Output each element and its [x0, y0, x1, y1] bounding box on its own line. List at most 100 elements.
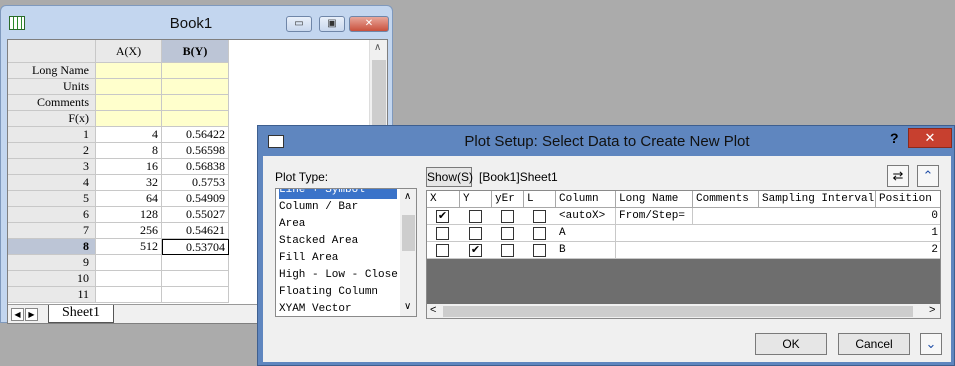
- cell-b[interactable]: [162, 255, 229, 271]
- scroll-right-arrow-icon[interactable]: >: [929, 304, 935, 316]
- cell[interactable]: [96, 95, 162, 111]
- cancel-button[interactable]: Cancel: [838, 333, 910, 355]
- cell[interactable]: [96, 111, 162, 127]
- plot-type-item[interactable]: XYAM Vector: [279, 301, 352, 316]
- plot-type-list[interactable]: Line + Symbol Column / Bar Area Stacked …: [275, 188, 417, 317]
- cell[interactable]: [96, 79, 162, 95]
- yer-checkbox[interactable]: [501, 227, 514, 240]
- y-checkbox[interactable]: [469, 227, 482, 240]
- plot-type-item[interactable]: Column / Bar: [279, 199, 358, 216]
- cell-a[interactable]: 32: [96, 175, 162, 191]
- position-cell: 1: [876, 225, 940, 242]
- cell-a[interactable]: 512: [96, 239, 162, 255]
- corner-cell[interactable]: [8, 40, 96, 63]
- cell-a[interactable]: [96, 287, 162, 303]
- long-name-cell: From/Step=: [616, 208, 693, 225]
- cell-b[interactable]: [162, 271, 229, 287]
- row-number[interactable]: 7: [8, 223, 96, 239]
- cell-b[interactable]: 0.54909: [162, 191, 229, 207]
- sheet-next-arrow-icon[interactable]: ▶: [25, 308, 38, 321]
- active-cell[interactable]: 0.53704: [162, 239, 229, 255]
- minimize-button[interactable]: ▭: [286, 16, 312, 32]
- l-checkbox[interactable]: [533, 227, 546, 240]
- close-button[interactable]: ✕: [908, 128, 952, 148]
- close-button[interactable]: ✕: [349, 16, 389, 32]
- row-number[interactable]: 4: [8, 175, 96, 191]
- data-selection-table[interactable]: X Y yEr L Column Long Name Comments Samp…: [426, 190, 941, 319]
- cell-b[interactable]: 0.56598: [162, 143, 229, 159]
- scroll-thumb[interactable]: [443, 306, 913, 317]
- plot-type-scrollbar[interactable]: ∧ ∨: [400, 189, 416, 316]
- scroll-up-arrow-icon[interactable]: ∧: [404, 191, 411, 202]
- cell[interactable]: [162, 111, 229, 127]
- x-checkbox-checked[interactable]: ✔: [436, 210, 449, 223]
- dialog-title: Plot Setup: Select Data to Create New Pl…: [464, 133, 750, 150]
- horizontal-scrollbar[interactable]: < >: [427, 304, 940, 318]
- cell[interactable]: [162, 95, 229, 111]
- row-number[interactable]: 1: [8, 127, 96, 143]
- cell-a[interactable]: [96, 271, 162, 287]
- scroll-left-arrow-icon[interactable]: <: [430, 304, 436, 316]
- cell-a[interactable]: 64: [96, 191, 162, 207]
- header-column: Column: [556, 191, 616, 208]
- cell-a[interactable]: 4: [96, 127, 162, 143]
- plot-type-item[interactable]: Stacked Area: [279, 233, 358, 250]
- cell-a[interactable]: 256: [96, 223, 162, 239]
- expand-down-icon[interactable]: ⌄: [920, 333, 942, 355]
- sheet-prev-arrow-icon[interactable]: ◀: [11, 308, 24, 321]
- cell-b[interactable]: 0.56838: [162, 159, 229, 175]
- cell-b[interactable]: 0.54621: [162, 223, 229, 239]
- cell[interactable]: [162, 63, 229, 79]
- header-comments: Comments: [693, 191, 759, 208]
- row-number[interactable]: 10: [8, 271, 96, 287]
- cell-b[interactable]: 0.55027: [162, 207, 229, 223]
- plot-type-item[interactable]: Floating Column: [279, 284, 378, 301]
- plot-type-item[interactable]: Area: [279, 216, 305, 233]
- show-button[interactable]: Show(S): [426, 167, 473, 187]
- y-checkbox-checked[interactable]: ✔: [469, 244, 482, 257]
- plot-type-label: Plot Type:: [275, 170, 329, 184]
- swap-arrows-icon[interactable]: ⇄: [887, 165, 909, 187]
- cell-a[interactable]: 8: [96, 143, 162, 159]
- x-checkbox[interactable]: [436, 227, 449, 240]
- row-label-comments: Comments: [8, 95, 96, 111]
- row-number-selected[interactable]: 8: [8, 239, 96, 255]
- row-number[interactable]: 6: [8, 207, 96, 223]
- cell-a[interactable]: 128: [96, 207, 162, 223]
- ok-button[interactable]: OK: [755, 333, 827, 355]
- x-checkbox[interactable]: [436, 244, 449, 257]
- row-number[interactable]: 3: [8, 159, 96, 175]
- scroll-thumb[interactable]: [402, 215, 415, 251]
- row-number[interactable]: 2: [8, 143, 96, 159]
- scroll-down-arrow-icon[interactable]: ∨: [404, 301, 411, 312]
- cell-b[interactable]: [162, 287, 229, 303]
- row-number[interactable]: 5: [8, 191, 96, 207]
- header-yer: yEr: [492, 191, 524, 208]
- column-header-a[interactable]: A(X): [96, 40, 162, 63]
- l-checkbox[interactable]: [533, 244, 546, 257]
- cell-b[interactable]: 0.5753: [162, 175, 229, 191]
- plot-type-item[interactable]: Fill Area: [279, 250, 338, 267]
- yer-checkbox[interactable]: [501, 210, 514, 223]
- header-long-name: Long Name: [616, 191, 693, 208]
- cell-a[interactable]: 16: [96, 159, 162, 175]
- scroll-thumb[interactable]: [372, 60, 386, 130]
- cell-b[interactable]: 0.56422: [162, 127, 229, 143]
- restore-button[interactable]: ▣: [319, 16, 345, 32]
- cell[interactable]: [96, 63, 162, 79]
- yer-checkbox[interactable]: [501, 244, 514, 257]
- row-number[interactable]: 11: [8, 287, 96, 303]
- help-button[interactable]: ?: [890, 130, 899, 146]
- scroll-up-arrow-icon[interactable]: ∧: [374, 42, 381, 53]
- dialog-body: Plot Type: Line + Symbol Column / Bar Ar…: [263, 156, 951, 362]
- collapse-up-icon[interactable]: ⌃: [917, 165, 939, 187]
- plot-type-item-selected[interactable]: Line + Symbol: [279, 189, 397, 199]
- cell-a[interactable]: [96, 255, 162, 271]
- sheet-tab[interactable]: Sheet1: [48, 305, 114, 323]
- column-header-b[interactable]: B(Y): [162, 40, 229, 63]
- row-number[interactable]: 9: [8, 255, 96, 271]
- l-checkbox[interactable]: [533, 210, 546, 223]
- plot-type-item[interactable]: High - Low - Close: [279, 267, 398, 284]
- y-checkbox[interactable]: [469, 210, 482, 223]
- cell[interactable]: [162, 79, 229, 95]
